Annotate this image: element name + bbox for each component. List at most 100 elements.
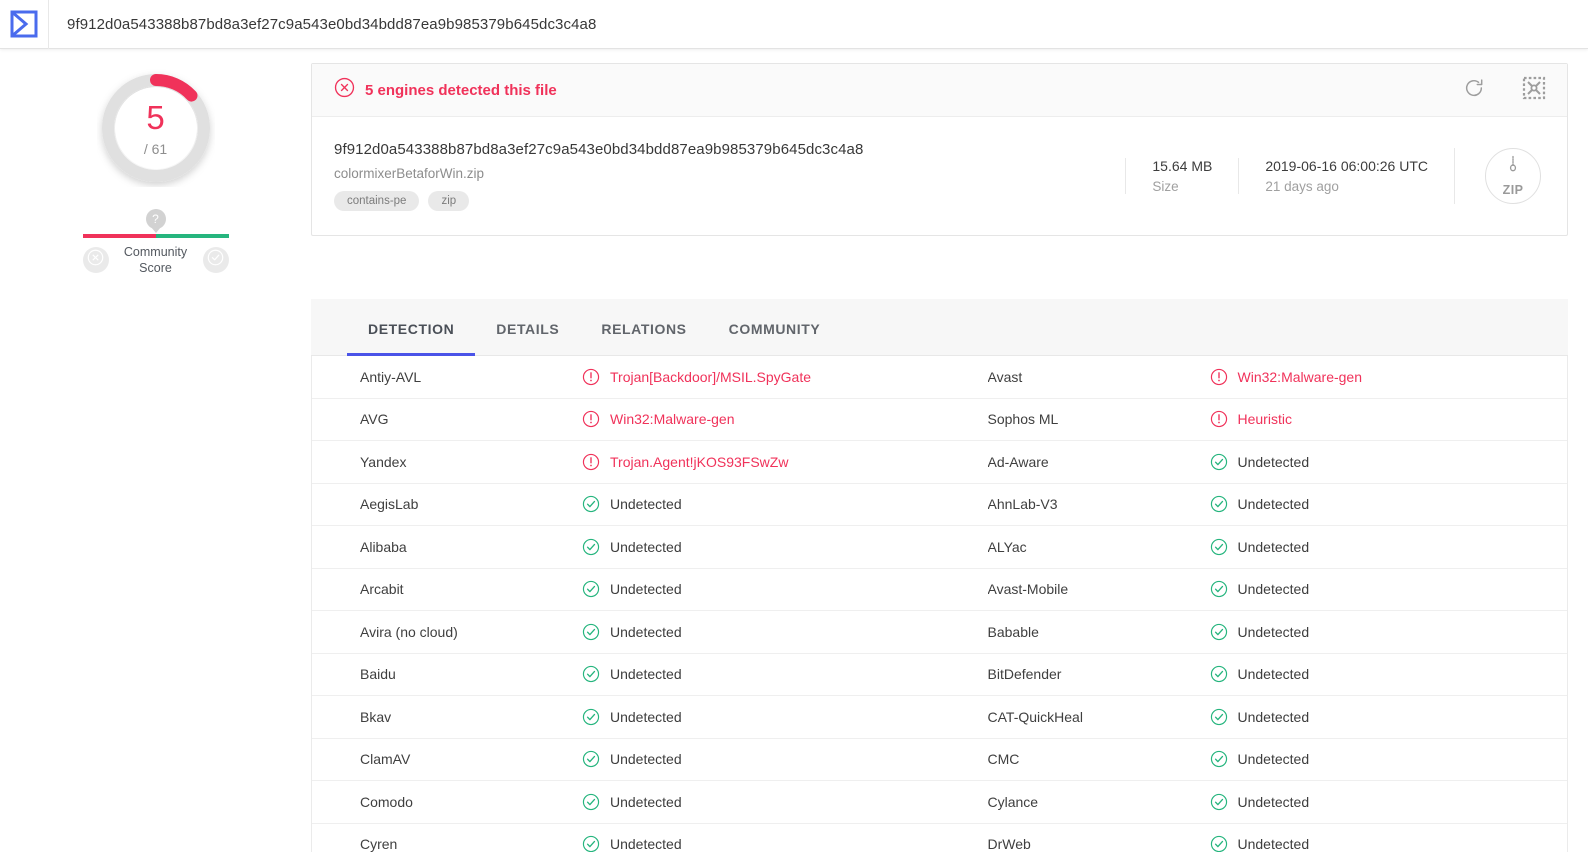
verdict-text: Undetected (1237, 623, 1310, 640)
engine-verdict: Win32:Malware-gen (1210, 368, 1363, 386)
alert-circle-icon (1210, 368, 1228, 386)
engine-name: Cyren (360, 836, 398, 852)
community-help-icon[interactable]: ? (145, 209, 166, 229)
page-body: 5 / 61 ? Community Score 5 engines detec… (0, 49, 1588, 852)
community-label-line2: Score (139, 261, 172, 275)
table-row: Avira (no cloud) Undetected Babable Undetec… (312, 611, 1567, 654)
table-row: Cyren Undetected DrWeb Undetected (312, 824, 1567, 852)
verdict-text[interactable]: Win32:Malware-gen (1238, 369, 1363, 385)
verdict-text: Undetected (610, 793, 682, 810)
verdict-text: Undetected (1237, 496, 1310, 513)
verdict-text[interactable]: Heuristic (1238, 411, 1292, 427)
relations-graph-button[interactable] (1521, 76, 1547, 103)
virustotal-logo[interactable] (0, 0, 49, 49)
engine-name: CAT-QuickHeal (987, 708, 1083, 725)
verdict-text: Undetected (610, 751, 682, 768)
tag-contains-pe[interactable]: contains-pe (334, 191, 420, 211)
tab-community[interactable]: COMMUNITY (708, 321, 842, 355)
summary-section: 5 / 61 ? Community Score 5 engines detec… (0, 49, 1588, 276)
engine-verdict: Win32:Malware-gen (582, 410, 735, 428)
engine-name: ClamAV (360, 751, 411, 768)
verdict-text: Undetected (1237, 708, 1310, 725)
check-circle-icon (1210, 708, 1228, 726)
detection-cell-left: Antiy-AVL Trojan[Backdoor]/MSIL.SpyGate (312, 368, 940, 386)
engine-verdict: Heuristic (1210, 410, 1292, 428)
engine-name: Avira (no cloud) (360, 623, 458, 640)
community-upvote-button[interactable] (202, 247, 229, 273)
detection-cell-right: Ad-Aware Undetected (940, 453, 1568, 471)
detection-cell-right: AhnLab-V3 Undetected (940, 495, 1568, 513)
check-circle-icon (582, 495, 600, 513)
engine-verdict: Undetected (582, 623, 682, 641)
engine-verdict: Undetected (582, 708, 682, 726)
x-circle-icon (334, 77, 355, 103)
check-circle-icon (582, 538, 600, 556)
engine-verdict: Undetected (582, 538, 682, 556)
search-input[interactable] (49, 0, 1588, 49)
check-circle-icon (1210, 538, 1228, 556)
verdict-text[interactable]: Trojan[Backdoor]/MSIL.SpyGate (610, 369, 811, 385)
verdict-text[interactable]: Win32:Malware-gen (610, 411, 735, 427)
engine-name: Sophos ML (987, 411, 1059, 428)
detection-cell-left: Cyren Undetected (312, 835, 940, 852)
community-score: ? Community Score (82, 209, 229, 276)
detections-table: Antiy-AVL Trojan[Backdoor]/MSIL.SpyGate Av… (311, 356, 1568, 852)
check-circle-icon (582, 665, 600, 683)
check-circle-icon (1210, 623, 1228, 641)
detection-cell-right: ALYac Undetected (940, 538, 1568, 556)
detection-cell-right: CMC Undetected (940, 750, 1568, 768)
zip-file-badge: ZIP (1485, 148, 1541, 204)
engine-verdict: Undetected (582, 495, 682, 513)
table-row: ClamAV Undetected CMC Undetected (312, 739, 1568, 781)
table-row: Baidu Undetected BitDefender Undetected (312, 654, 1567, 696)
detection-alert-bar: 5 engines detected this file (312, 64, 1567, 117)
engine-name: AegisLab (360, 496, 419, 513)
detection-alert-text: 5 engines detected this file (365, 81, 557, 99)
engine-name: Ad-Aware (987, 453, 1049, 470)
engine-name: AhnLab-V3 (987, 496, 1058, 513)
top-header-bar (0, 0, 1588, 49)
community-score-row: Community Score (82, 244, 229, 276)
community-downvote-button[interactable] (82, 247, 109, 273)
tag-zip[interactable]: zip (428, 191, 470, 211)
engine-verdict: Undetected (1210, 580, 1310, 598)
detection-cell-left: AegisLab Undetected (312, 495, 940, 513)
engine-verdict: Undetected (582, 665, 682, 683)
verdict-text: Undetected (1237, 793, 1310, 810)
score-bar-negative (82, 234, 156, 238)
detection-cell-right: DrWeb Undetected (940, 835, 1568, 852)
engine-verdict: Undetected (1210, 835, 1309, 852)
verdict-text: Undetected (1237, 581, 1310, 598)
community-score-label: Community Score (109, 244, 203, 276)
check-circle-icon (1210, 665, 1228, 683)
detection-cell-right: Babable Undetected (940, 623, 1568, 641)
check-circle-icon (1210, 580, 1228, 598)
file-date-value: 2019-06-16 06:00:26 UTC (1265, 158, 1428, 174)
engine-verdict: Undetected (1210, 623, 1310, 641)
tab-details[interactable]: DETAILS (475, 321, 580, 355)
file-hash: 9f912d0a543388b87bd8a3ef27c9a543e0bd34bd… (334, 141, 864, 158)
check-circle-icon (582, 750, 600, 768)
tab-relations[interactable]: RELATIONS (580, 321, 707, 355)
verdict-text[interactable]: Trojan.Agent!jKOS93FSwZw (610, 454, 788, 470)
detection-cell-left: Yandex Trojan.Agent!jKOS93FSwZw (312, 453, 940, 471)
engine-name: Cylance (987, 793, 1039, 810)
detection-cell-left: Comodo Undetected (312, 793, 940, 811)
tab-detection[interactable]: DETECTION (347, 321, 476, 356)
reload-button[interactable] (1461, 77, 1487, 103)
file-type-label: ZIP (1502, 183, 1524, 197)
verdict-text: Undetected (610, 708, 682, 725)
community-score-bar (82, 234, 229, 238)
engine-name: Comodo (360, 793, 413, 810)
engine-name: Antiy-AVL (360, 368, 422, 385)
file-name: colormixerBetaforWin.zip (334, 166, 485, 181)
file-summary-card: 5 engines detected this file 9f912d0a543… (311, 63, 1568, 236)
engine-name: Avast-Mobile (987, 581, 1069, 598)
engine-verdict: Undetected (1210, 708, 1310, 726)
detection-cell-right: Cylance Undetected (940, 793, 1568, 811)
table-row: Yandex Trojan.Agent!jKOS93FSwZw Ad-Aware Un… (312, 441, 1567, 484)
alert-circle-icon (582, 410, 600, 428)
score-bar-positive (155, 234, 229, 238)
card-action-buttons (1461, 76, 1547, 103)
engine-name: Arcabit (360, 581, 404, 598)
